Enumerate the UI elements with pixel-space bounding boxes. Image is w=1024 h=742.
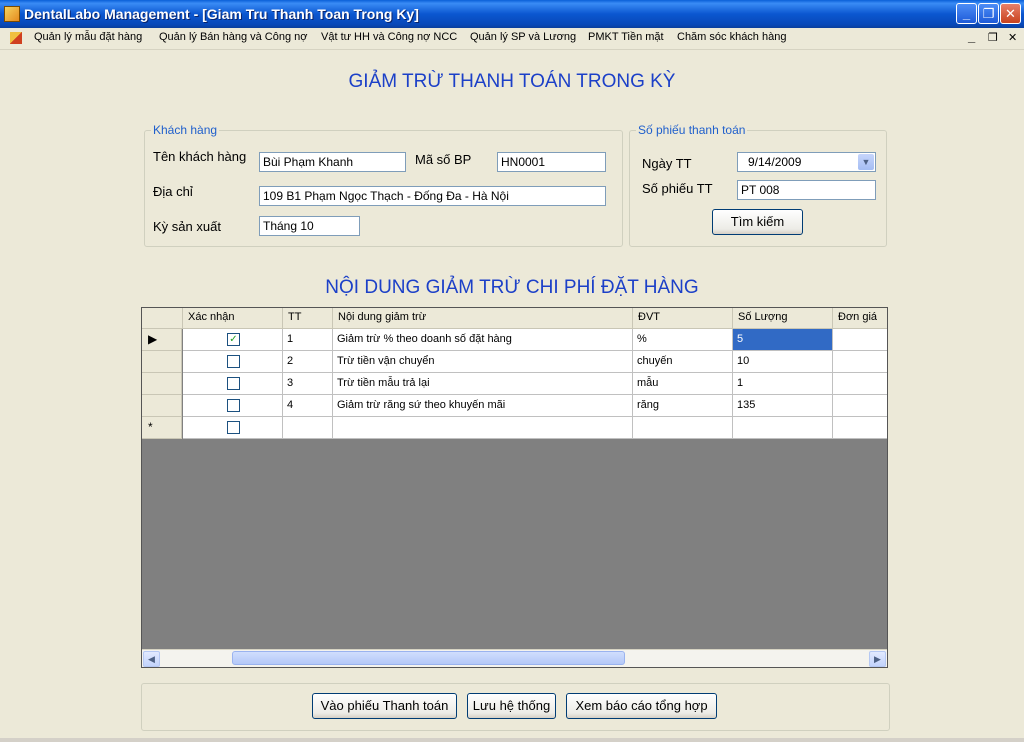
content-cell[interactable] bbox=[333, 417, 633, 439]
tt-cell[interactable] bbox=[283, 417, 333, 439]
content-cell[interactable]: Trừ tiền mẫu trả lại bbox=[333, 373, 633, 395]
price-cell[interactable] bbox=[833, 351, 887, 373]
customer-name-field[interactable]: Bùi Phạm Khanh bbox=[259, 152, 406, 172]
address-label: Địa chỉ bbox=[153, 184, 193, 199]
search-button[interactable]: Tìm kiếm bbox=[712, 209, 803, 235]
payment-voucher-button[interactable]: Vào phiếu Thanh toán bbox=[312, 693, 457, 719]
scroll-left-icon[interactable]: ◀ bbox=[143, 651, 160, 667]
confirm-cell[interactable] bbox=[183, 395, 283, 417]
confirm-checkbox[interactable] bbox=[227, 399, 240, 412]
row-header[interactable] bbox=[142, 395, 182, 417]
confirm-checkbox[interactable] bbox=[227, 355, 240, 368]
period-field[interactable]: Tháng 10 bbox=[259, 216, 360, 236]
column-header-confirm[interactable]: Xác nhận bbox=[183, 308, 283, 329]
customer-code-field[interactable]: HN0001 bbox=[497, 152, 606, 172]
payment-date-picker[interactable]: 9/14/2009 ▼ bbox=[737, 152, 876, 172]
window-title-bar[interactable]: DentalLabo Management - [Giam Tru Thanh … bbox=[0, 0, 1024, 28]
unit-cell[interactable]: mẫu bbox=[633, 373, 733, 395]
column-header-content[interactable]: Nội dung giảm trừ bbox=[333, 308, 633, 329]
voucher-number-label: Số phiếu TT bbox=[642, 181, 713, 196]
customer-name-label: Tên khách hàng bbox=[153, 149, 247, 164]
confirm-checkbox[interactable] bbox=[227, 377, 240, 390]
mdi-restore-button[interactable]: ❐ bbox=[988, 31, 998, 44]
tt-cell[interactable]: 1 bbox=[283, 329, 333, 351]
column-header-tt[interactable]: TT bbox=[283, 308, 333, 329]
payment-groupbox-legend: Số phiếu thanh toán bbox=[636, 123, 748, 137]
customer-groupbox-legend: Khách hàng bbox=[151, 123, 220, 137]
customer-code-label: Mã số BP bbox=[415, 152, 472, 167]
chevron-down-icon[interactable]: ▼ bbox=[858, 154, 874, 170]
row-header[interactable] bbox=[142, 351, 182, 373]
confirm-cell[interactable] bbox=[183, 351, 283, 373]
menu-item-sales-debt[interactable]: Quản lý Bán hàng và Công nợ bbox=[159, 31, 307, 43]
tt-cell[interactable]: 4 bbox=[283, 395, 333, 417]
window-title: DentalLabo Management - [Giam Tru Thanh … bbox=[24, 6, 419, 22]
restore-button[interactable]: ❐ bbox=[978, 3, 999, 24]
close-button[interactable]: ✕ bbox=[1000, 3, 1021, 24]
quantity-cell[interactable]: 10 bbox=[733, 351, 833, 373]
voucher-number-field[interactable]: PT 008 bbox=[737, 180, 876, 200]
payment-date-label: Ngày TT bbox=[642, 156, 692, 171]
mdi-minimize-button[interactable]: _ bbox=[968, 29, 975, 44]
discount-grid[interactable]: Xác nhận TT Nội dung giảm trừ ĐVT Số Lượ… bbox=[141, 307, 888, 668]
unit-cell[interactable]: chuyến bbox=[633, 351, 733, 373]
row-header[interactable]: * bbox=[142, 417, 182, 439]
address-field[interactable]: 109 B1 Phạm Ngọc Thạch - Đống Đa - Hà Nộ… bbox=[259, 186, 606, 206]
save-button[interactable]: Lưu hệ thống bbox=[467, 693, 556, 719]
quantity-cell[interactable] bbox=[733, 417, 833, 439]
content-cell[interactable]: Giảm trừ % theo doanh số đặt hàng bbox=[333, 329, 633, 351]
horizontal-scrollbar[interactable]: ◀ ▶ bbox=[142, 649, 887, 667]
tt-cell[interactable]: 3 bbox=[283, 373, 333, 395]
period-label: Kỳ sản xuất bbox=[153, 219, 221, 234]
row-header[interactable] bbox=[142, 373, 182, 395]
content-cell[interactable]: Trừ tiền vận chuyển bbox=[333, 351, 633, 373]
confirm-cell[interactable] bbox=[183, 417, 283, 439]
confirm-checkbox[interactable]: ✓ bbox=[227, 333, 240, 346]
menu-item-cash-accounting[interactable]: PMKT Tiền mặt bbox=[588, 31, 664, 43]
menu-bar: Quản lý mẫu đặt hàng Quản lý Bán hàng và… bbox=[0, 28, 1024, 50]
menu-item-products-salary[interactable]: Quản lý SP và Lương bbox=[470, 31, 576, 43]
minimize-button[interactable]: _ bbox=[956, 3, 977, 24]
mdi-child-icon[interactable] bbox=[10, 32, 22, 44]
status-strip bbox=[0, 738, 1024, 742]
column-header-price[interactable]: Đơn giá bbox=[833, 308, 887, 329]
column-header-quantity[interactable]: Số Lượng bbox=[733, 308, 833, 329]
confirm-cell[interactable] bbox=[183, 373, 283, 395]
quantity-cell[interactable]: 135 bbox=[733, 395, 833, 417]
unit-cell[interactable]: % bbox=[633, 329, 733, 351]
confirm-cell[interactable]: ✓ bbox=[183, 329, 283, 351]
form-title: GIẢM TRỪ THANH TOÁN TRONG KỲ bbox=[348, 71, 676, 92]
app-icon bbox=[4, 6, 20, 22]
grid-title: NỘI DUNG GIẢM TRỪ CHI PHÍ ĐẶT HÀNG bbox=[325, 277, 699, 298]
scroll-right-icon[interactable]: ▶ bbox=[869, 651, 886, 667]
summary-report-button[interactable]: Xem báo cáo tổng hợp bbox=[566, 693, 717, 719]
scrollbar-thumb[interactable] bbox=[232, 651, 625, 665]
menu-item-customer-care[interactable]: Chăm sóc khách hàng bbox=[677, 31, 786, 43]
grid-corner-header bbox=[142, 308, 183, 329]
column-header-unit[interactable]: ĐVT bbox=[633, 308, 733, 329]
content-cell[interactable]: Giảm trừ răng sứ theo khuyến mãi bbox=[333, 395, 633, 417]
price-cell[interactable] bbox=[833, 395, 887, 417]
unit-cell[interactable]: răng bbox=[633, 395, 733, 417]
payment-date-value: 9/14/2009 bbox=[748, 155, 802, 169]
quantity-cell[interactable]: 5 bbox=[733, 329, 833, 351]
price-cell[interactable] bbox=[833, 417, 887, 439]
unit-cell[interactable] bbox=[633, 417, 733, 439]
menu-item-order-samples[interactable]: Quản lý mẫu đặt hàng bbox=[34, 31, 142, 43]
confirm-checkbox[interactable] bbox=[227, 421, 240, 434]
row-header[interactable]: ▶ bbox=[142, 329, 182, 351]
tt-cell[interactable]: 2 bbox=[283, 351, 333, 373]
quantity-cell[interactable]: 1 bbox=[733, 373, 833, 395]
mdi-close-button[interactable]: ✕ bbox=[1008, 31, 1017, 44]
menu-item-supplies-supplier[interactable]: Vật tư HH và Công nợ NCC bbox=[321, 31, 457, 43]
price-cell[interactable] bbox=[833, 373, 887, 395]
price-cell[interactable] bbox=[833, 329, 887, 351]
